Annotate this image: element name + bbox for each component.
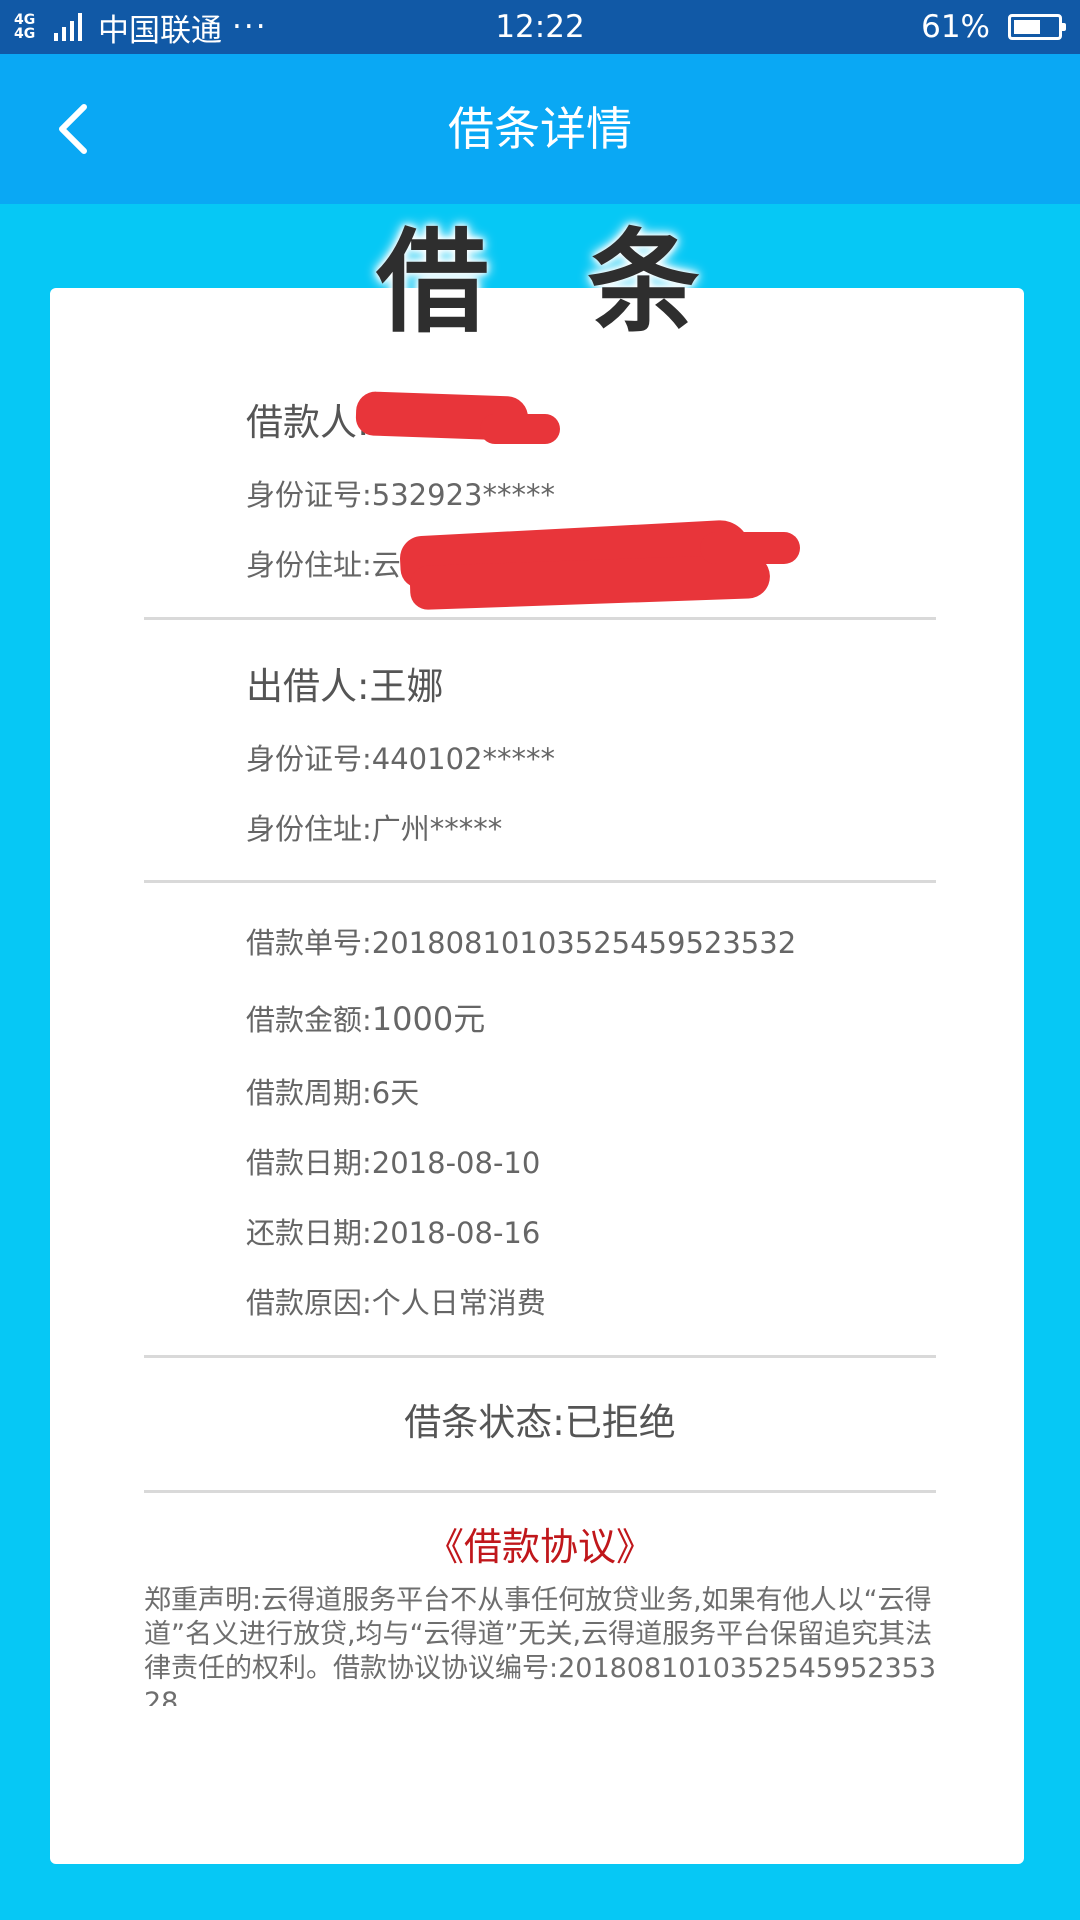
loan-reason-label: 借款原因:	[246, 1286, 372, 1320]
loan-agreement-link[interactable]: 《借款协议》	[0, 1516, 1080, 1571]
loan-amount-value: 1000元	[371, 1000, 486, 1038]
repay-date-value: 2018-08-16	[371, 1216, 541, 1250]
borrower-id-row: 身份证号:532923*****	[246, 472, 555, 514]
lender-address-value: 广州*****	[371, 812, 503, 846]
loan-reason-value: 个人日常消费	[371, 1286, 546, 1320]
lender-name: 王娜	[369, 665, 444, 708]
divider	[144, 880, 936, 883]
declaration-text: 郑重声明:云得道服务平台不从事任何放贷业务,如果有他人以“云得道”名义进行放贷,…	[144, 1585, 937, 1706]
lender-id-row: 身份证号:440102*****	[246, 736, 555, 778]
lender-row: 出借人:王娜	[246, 656, 443, 710]
borrower-id-label: 身份证号:	[246, 478, 372, 512]
borrower-row: 借款人:	[246, 392, 369, 446]
loan-period-value: 6天	[371, 1076, 420, 1110]
loan-date-row: 借款日期:2018-08-10	[246, 1140, 540, 1182]
loan-number-value: 20180810103525459523532	[371, 926, 797, 960]
lender-id-value: 440102*****	[371, 742, 555, 776]
lender-id-label: 身份证号:	[246, 742, 372, 776]
loan-number-label: 借款单号:	[246, 926, 372, 960]
iou-stamp-title: 借 条	[376, 218, 730, 348]
iou-status-value: 已拒绝	[564, 1401, 676, 1444]
loan-amount-label: 借款金额:	[246, 1003, 372, 1037]
lender-label: 出借人:	[246, 665, 370, 708]
loan-reason-row: 借款原因:个人日常消费	[246, 1280, 546, 1322]
divider	[144, 617, 936, 620]
lender-address-row: 身份住址:广州*****	[246, 806, 502, 848]
loan-date-label: 借款日期:	[246, 1146, 372, 1180]
loan-amount-row: 借款金额:1000元	[246, 994, 485, 1040]
loan-period-label: 借款周期:	[246, 1076, 372, 1110]
loan-date-value: 2018-08-10	[371, 1146, 541, 1180]
lender-address-label: 身份住址:	[246, 812, 372, 846]
divider	[144, 1355, 936, 1358]
iou-status-label: 借条状态:	[404, 1401, 565, 1444]
nav-bar: 借条详情	[0, 54, 1080, 204]
borrower-address-label: 身份住址:	[246, 548, 372, 582]
borrower-id-value: 532923*****	[371, 478, 555, 512]
loan-number-row: 借款单号:20180810103525459523532	[246, 920, 796, 962]
divider	[144, 1490, 936, 1493]
status-time: 12:22	[495, 9, 585, 45]
battery-fill	[1014, 20, 1040, 34]
loan-period-row: 借款周期:6天	[246, 1070, 419, 1112]
status-right: 61%	[921, 0, 1066, 54]
redaction-mark	[700, 532, 800, 564]
redaction-mark	[480, 414, 560, 444]
battery-percent: 61%	[921, 9, 990, 45]
iou-status: 借条状态:已拒绝	[0, 1392, 1080, 1446]
repay-date-row: 还款日期:2018-08-16	[246, 1210, 540, 1252]
battery-icon	[1008, 14, 1066, 40]
page-title: 借条详情	[448, 102, 632, 156]
status-bar: 4G 4G 中国联通 ··· 12:22 61%	[0, 0, 1080, 54]
borrower-label: 借款人:	[246, 401, 370, 444]
repay-date-label: 还款日期:	[246, 1216, 372, 1250]
